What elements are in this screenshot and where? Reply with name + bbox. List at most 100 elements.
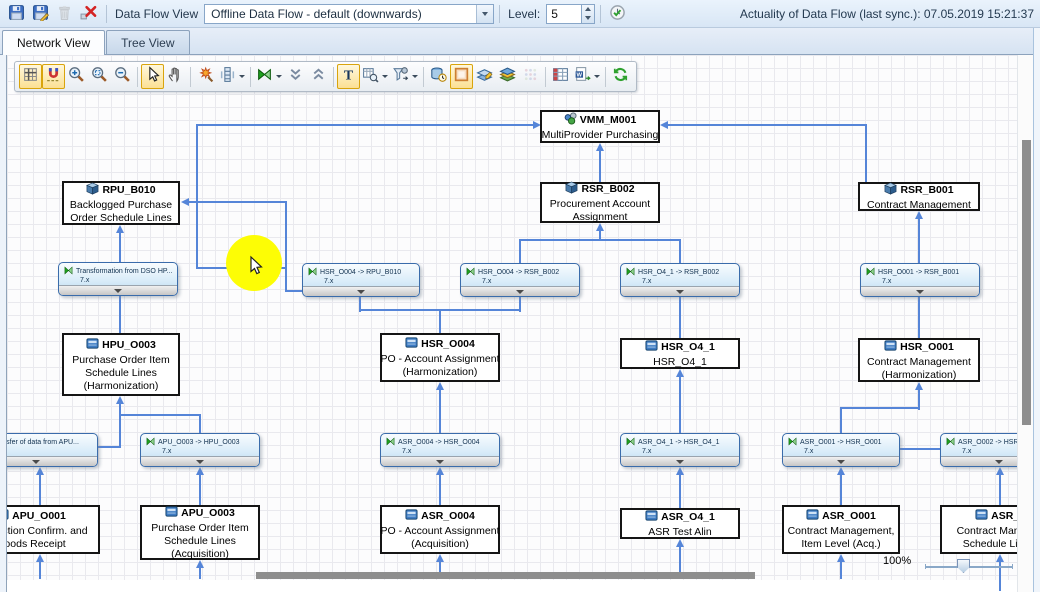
node-APU_O003[interactable]: APU_O003Purchase Order ItemSchedule Line… <box>140 505 260 560</box>
level-stepper[interactable] <box>582 4 595 24</box>
node-description-line: HSR_O4_1 <box>653 356 707 369</box>
node-ASR_O001[interactable]: ASR_O001Contract Management,Item Level (… <box>782 505 900 554</box>
transformation-node-9[interactable]: ASR_O001 -> HSR_O0017.x <box>782 433 900 467</box>
pan-hand-button[interactable] <box>164 64 187 89</box>
vertical-scrollbar-thumb[interactable] <box>1022 140 1031 425</box>
level-up-button[interactable] <box>582 5 594 14</box>
toggle-grid-button[interactable] <box>19 64 42 89</box>
snap-magnet-button[interactable] <box>42 64 65 89</box>
combo-dropdown-button[interactable] <box>476 5 493 23</box>
transformation-version: 7.x <box>621 278 739 286</box>
flow-arrowhead <box>36 467 44 475</box>
transformation-expander[interactable] <box>59 285 177 295</box>
flow-arrowhead <box>837 467 845 475</box>
search-objects-button[interactable] <box>360 64 390 89</box>
vertical-scrollbar-track[interactable] <box>1017 55 1033 592</box>
level-input[interactable]: 5 <box>546 4 582 24</box>
show-transformations-button[interactable] <box>254 64 284 89</box>
flow-arrowhead <box>596 223 604 231</box>
edit-layers-icon <box>476 66 493 88</box>
status-text: Actuality of Data Flow (last sync.): 07.… <box>630 7 1040 21</box>
data-flow-combo-value: Offline Data Flow - default (downwards) <box>205 7 476 21</box>
transformation-expander[interactable] <box>621 456 739 466</box>
node-HPU_O003[interactable]: HPU_O003Purchase Order ItemSchedule Line… <box>62 333 180 396</box>
network-canvas[interactable]: 100% VMM_M001MultiProvider PurchasingRPU… <box>7 55 1017 592</box>
filter-objects-button[interactable] <box>390 64 420 89</box>
transformation-expander[interactable] <box>141 456 259 466</box>
transformation-node-3[interactable]: HSR_O4_1 -> RSR_B0027.x <box>620 263 740 297</box>
transformation-node-5[interactable]: Transfer of data from APU... <box>7 433 98 467</box>
transformation-expander[interactable] <box>861 286 979 296</box>
export-word-icon: W <box>574 66 591 88</box>
zoom-slider-tick <box>925 564 926 569</box>
data-flow-combo[interactable]: Offline Data Flow - default (downwards) <box>204 4 494 24</box>
transformation-expander[interactable] <box>461 286 579 296</box>
dso-icon <box>975 508 988 525</box>
transformation-expander[interactable] <box>621 286 739 296</box>
level-down-button[interactable] <box>582 14 594 23</box>
layer-stack-button[interactable] <box>496 64 519 89</box>
edit-layers-button[interactable] <box>473 64 496 89</box>
node-RPU_B010[interactable]: RPU_B010Backlogged PurchaseOrder Schedul… <box>62 181 180 225</box>
transformation-node-10[interactable]: ASR_O002 -> HSR_O0027.x <box>940 433 1017 467</box>
node-ASR_O004[interactable]: ASR_O004PO - Account Assignment(Acquisit… <box>380 505 500 554</box>
column-view-button[interactable] <box>217 64 247 89</box>
collapse-all-up-button[interactable] <box>307 64 330 89</box>
flow-edge <box>519 239 681 241</box>
transformation-expander[interactable] <box>303 286 419 296</box>
transformation-node-7[interactable]: ASR_O004 -> HSR_O0047.x <box>380 433 500 467</box>
node-RSR_B002[interactable]: RSR_B002Procurement AccountAssignment <box>540 182 660 223</box>
zoom-out-button[interactable] <box>111 64 134 89</box>
toggle-frame-button[interactable] <box>450 64 473 89</box>
transformation-node-4[interactable]: HSR_O001 -> RSR_B0017.x <box>860 263 980 297</box>
transformation-node-1[interactable]: HSR_O004 -> RPU_B0107.x <box>302 263 420 297</box>
flow-arrowhead <box>676 467 684 475</box>
transformation-node-0[interactable]: Transformation from DSO HP...7.x <box>58 262 178 296</box>
sync-metadata-button[interactable] <box>427 64 450 89</box>
node-HSR_O4_1[interactable]: HSR_O4_1HSR_O4_1 <box>620 338 740 369</box>
flow-edge <box>899 448 941 450</box>
flow-edge <box>679 469 681 509</box>
node-description-line: Contract Management, <box>957 525 1017 538</box>
transformation-node-2[interactable]: HSR_O004 -> RSR_B0027.x <box>460 263 580 297</box>
actuality-clock-button[interactable] <box>606 2 629 25</box>
save-all-button[interactable] <box>29 2 52 25</box>
pan-hand-icon <box>167 66 184 88</box>
horizontal-scrollbar-thumb[interactable] <box>256 572 755 579</box>
zoom-slider-thumb[interactable] <box>957 559 970 573</box>
transformation-node-8[interactable]: ASR_O4_1 -> HSR_O4_17.x <box>620 433 740 467</box>
remove-data-flow-button[interactable] <box>77 2 100 25</box>
node-VMM_M001[interactable]: VMM_M001MultiProvider Purchasing <box>540 110 660 143</box>
transformation-icon <box>146 437 155 448</box>
node-description-line: Schedule Lines <box>85 367 157 380</box>
transformation-icon <box>308 267 317 278</box>
node-RSR_B001[interactable]: RSR_B001Contract Management <box>858 182 980 211</box>
chevron-down-icon <box>436 460 444 464</box>
node-HSR_O004[interactable]: HSR_O004PO - Account Assignment(Harmoniz… <box>380 333 500 382</box>
transformation-expander[interactable] <box>941 456 1017 466</box>
show-text-button[interactable]: T <box>337 64 360 89</box>
dataflow-table-button[interactable] <box>549 64 572 89</box>
tab-tree-view[interactable]: Tree View <box>106 30 189 54</box>
expand-all-down-button[interactable] <box>284 64 307 89</box>
select-cursor-button[interactable] <box>141 64 164 89</box>
tab-network-view[interactable]: Network View <box>2 30 105 55</box>
node-APU_O001[interactable]: APU_O001Production Confirm. andGoods Rec… <box>7 505 100 554</box>
save-button[interactable] <box>5 2 28 25</box>
transformation-version: 7.x <box>783 448 899 456</box>
transformation-expander[interactable] <box>7 456 97 466</box>
refresh-button[interactable] <box>609 64 632 89</box>
node-HSR_O001[interactable]: HSR_O001Contract Management(Harmonizatio… <box>858 338 980 382</box>
node-ASR_O002[interactable]: ASR_O002Contract Management,Schedule Lin… <box>940 505 1017 554</box>
node-description-line: Goods Receipt <box>7 538 66 551</box>
node-ASR_O4_1[interactable]: ASR_O4_1ASR Test Alin <box>620 508 740 539</box>
export-word-button[interactable]: W <box>572 64 602 89</box>
zoom-in-button[interactable] <box>65 64 88 89</box>
transformation-expander[interactable] <box>381 456 499 466</box>
remove-data-flow-icon <box>80 4 97 24</box>
zoom-selection-button[interactable] <box>88 64 111 89</box>
transformation-node-6[interactable]: APU_O003 -> HPU_O0037.x <box>140 433 260 467</box>
flow-edge <box>119 398 121 448</box>
auto-layout-button[interactable] <box>194 64 217 89</box>
transformation-expander[interactable] <box>783 456 899 466</box>
